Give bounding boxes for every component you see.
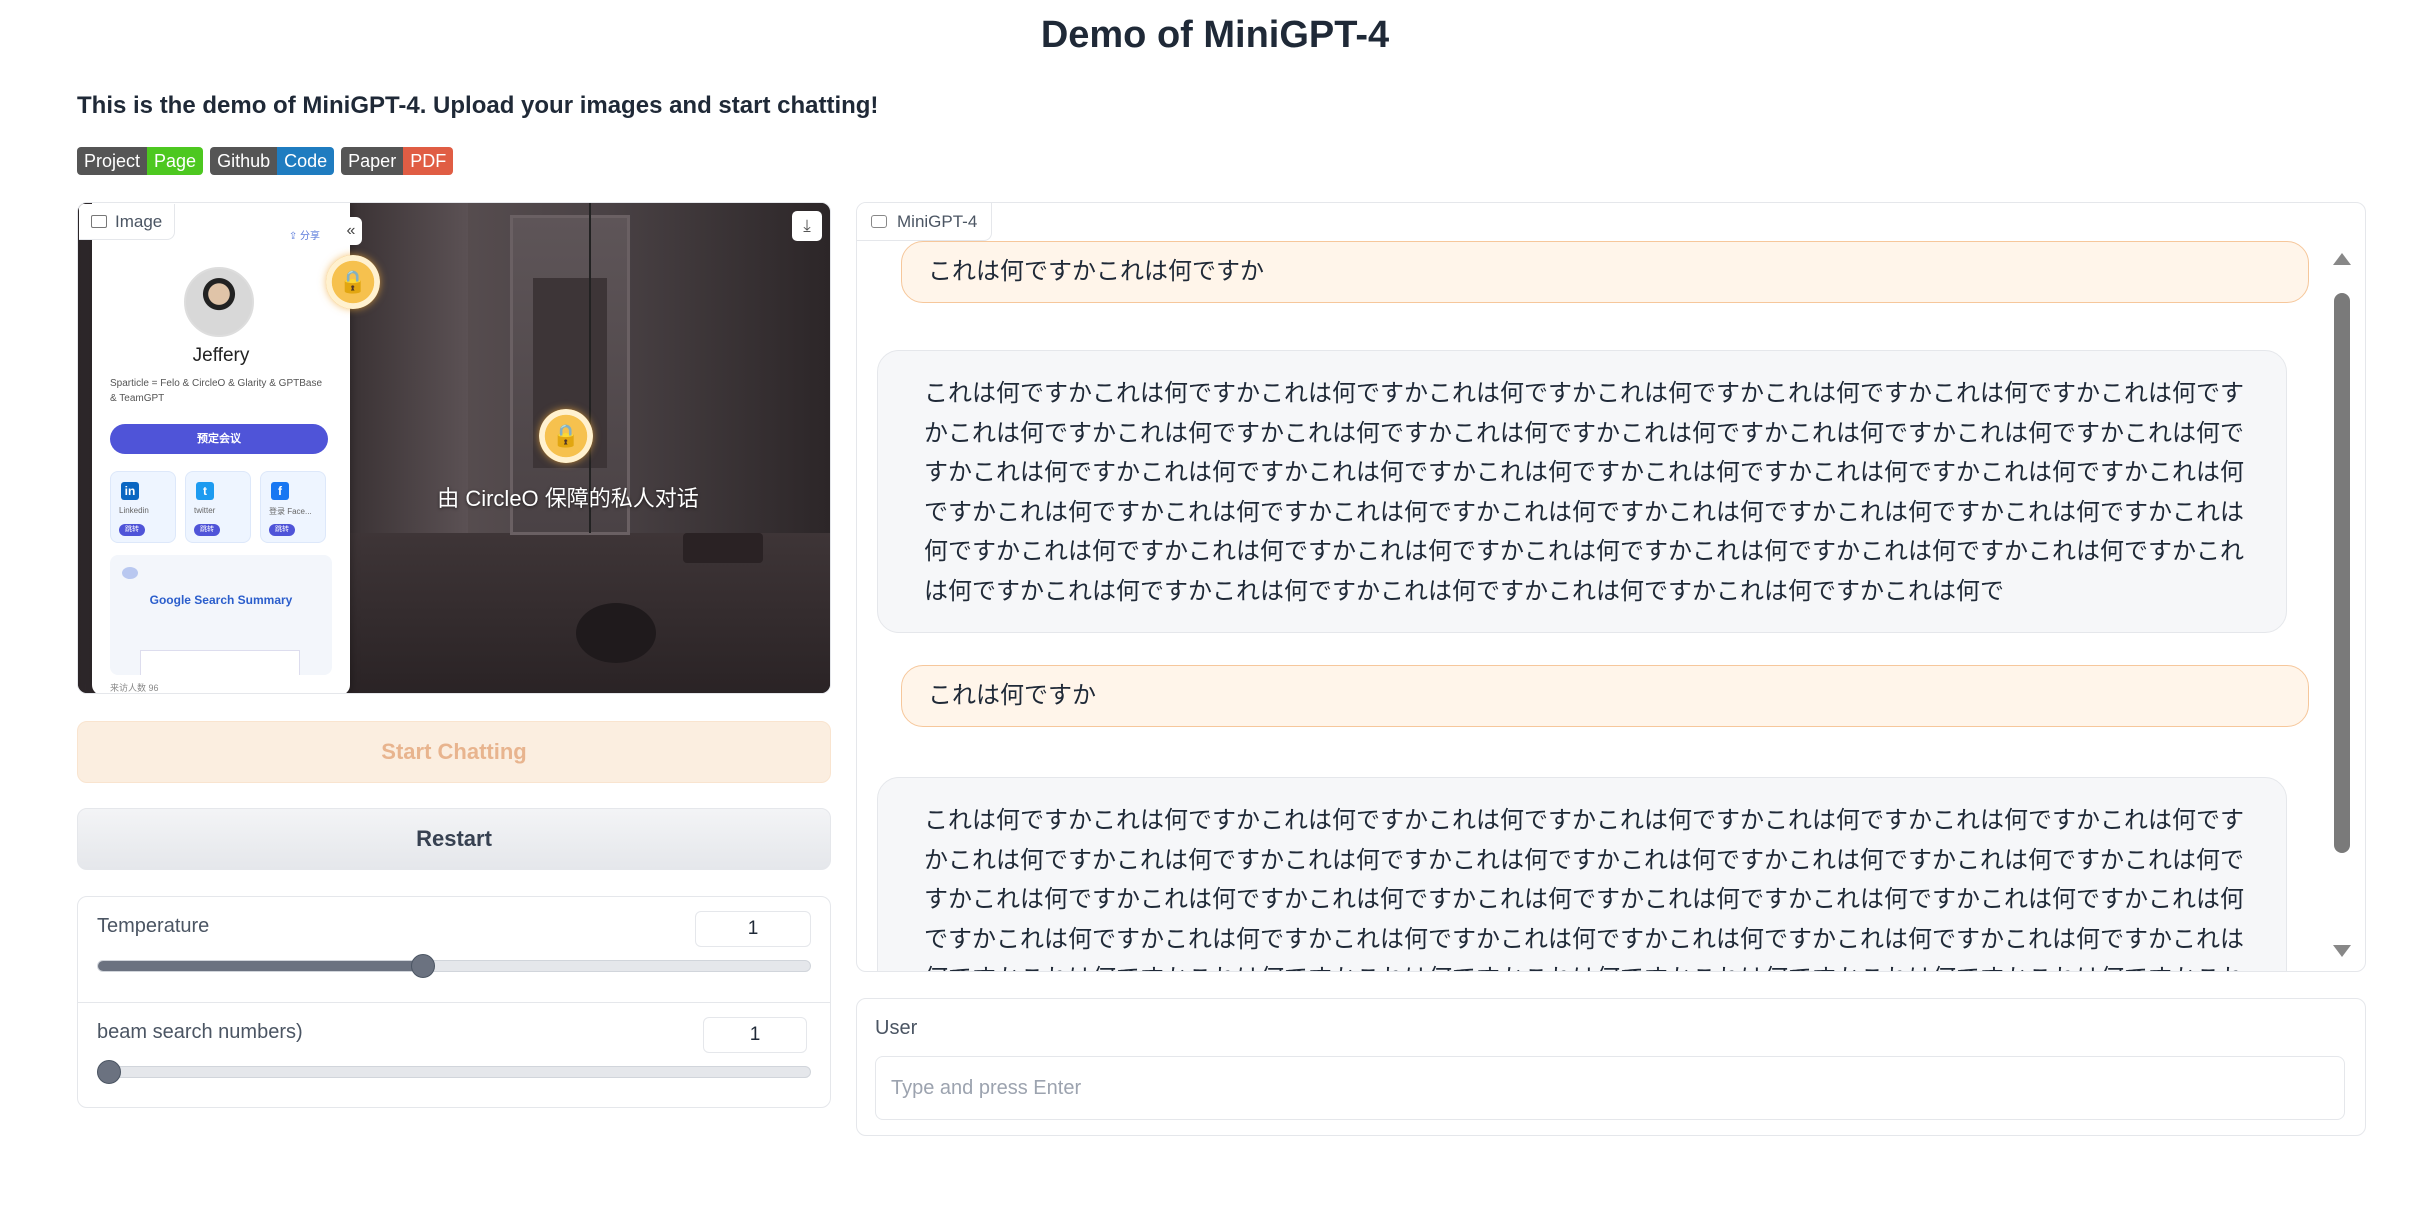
social-name: twitter [194,506,216,515]
download-icon: ⤓ [803,216,811,235]
promo-logo [122,567,138,579]
image-overlay-text: 由 CircleO 保障的私人对话 [437,486,699,511]
share-link[interactable]: ⇪ 分享 [289,227,320,242]
promo-title: Google Search Summary [149,593,293,607]
image-icon [91,215,107,228]
chat-icon [871,215,887,228]
avatar [184,267,254,337]
image-upload-panel[interactable]: Image ⤓ ⇪ 分享 Jeffery Sparticle = Felo & … [77,202,831,694]
beam-search-label: beam search numbers) [97,1021,303,1043]
start-chatting-button[interactable]: Start Chatting [77,721,831,783]
linkedin-icon: in [121,482,139,500]
page-description: This is the demo of MiniGPT-4. Upload yo… [77,92,879,119]
chatbot-label: MiniGPT-4 [857,203,993,241]
badge-key: Github [210,147,278,175]
temperature-number-input[interactable]: 1 [695,911,811,947]
scene-teapot [576,603,656,663]
social-links: in Linkedin 跳转 t twitter 跳转 f 登录 Face...… [110,471,326,543]
profile-tagline: Sparticle = Felo & CircleO & Glarity & G… [110,378,323,404]
temperature-row: Temperature 1 [78,897,830,1002]
social-action: 跳转 [194,524,220,536]
lock-icon: 🔒 [539,409,593,463]
lock-icon: 🔒 [326,255,380,309]
visit-count: 来访人数 96 [110,683,159,693]
parameters-panel: Temperature 1 beam search numbers) 1 [77,896,831,1108]
image-label: Image [79,204,176,240]
promo-preview [140,650,300,675]
user-message: これは何ですかこれは何ですか [901,241,2309,303]
beam-slider-thumb[interactable] [97,1060,121,1084]
badge-key: Paper [341,147,404,175]
bot-message: これは何ですかこれは何ですかこれは何ですかこれは何ですかこれは何ですかこれは何で… [877,350,2287,633]
social-facebook[interactable]: f 登录 Face... 跳转 [260,471,326,543]
share-link-text: 分享 [300,231,320,242]
profile-card: ⇪ 分享 Jeffery Sparticle = Felo & CircleO … [92,203,350,693]
beam-slider-track[interactable] [97,1066,811,1078]
user-input-label: User [875,1017,918,1039]
collapse-button[interactable]: « [340,217,362,245]
user-message: これは何ですか [901,665,2309,727]
project-page-badge[interactable]: Project Page [77,147,204,175]
scroll-down-arrow[interactable] [2333,945,2351,957]
scene-vase [683,533,763,563]
github-code-badge[interactable]: Github Code [210,147,335,175]
badge-row: Project Page Github Code Paper PDF [77,147,454,175]
book-meeting-button[interactable]: 预定会议 [110,424,328,454]
message-list[interactable]: これは何ですかこれは何ですか これは何ですかこれは何ですかこれは何ですかこれは何… [857,203,2327,971]
bot-message: これは何ですかこれは何ですかこれは何ですかこれは何ですかこれは何ですかこれは何で… [877,777,2287,971]
facebook-icon: f [271,482,289,500]
restart-button[interactable]: Restart [77,808,831,870]
social-twitter[interactable]: t twitter 跳转 [185,471,251,543]
temperature-slider-track[interactable] [97,960,811,972]
promo-card: Google Search Summary [110,555,332,675]
chatbot-panel: これは何ですかこれは何ですか これは何ですかこれは何ですかこれは何ですかこれは何… [856,202,2366,972]
social-action: 跳转 [119,524,145,536]
image-label-text: Image [115,211,163,231]
temperature-slider-fill [98,961,422,971]
chatbot-label-text: MiniGPT-4 [897,211,978,231]
social-name: Linkedin [119,506,149,515]
twitter-icon: t [196,482,214,500]
download-button[interactable]: ⤓ [792,211,822,241]
beam-row: beam search numbers) 1 [78,1002,830,1107]
page-title: Demo of MiniGPT-4 [1040,14,1390,56]
user-input-panel: User [856,998,2366,1136]
beam-number-input[interactable]: 1 [703,1017,807,1053]
profile-name: Jeffery [192,345,250,366]
badge-key: Project [77,147,148,175]
social-name: 登录 Face... [269,507,312,516]
user-message-input[interactable] [875,1056,2345,1120]
badge-value: Page [147,147,204,175]
scrollbar-thumb[interactable] [2334,293,2350,853]
temperature-slider-thumb[interactable] [410,954,435,978]
social-action: 跳转 [269,524,295,536]
scroll-up-arrow[interactable] [2333,253,2351,265]
badge-value: PDF [403,147,454,175]
chevron-left-icon: « [346,222,356,239]
temperature-label: Temperature [97,915,210,937]
paper-pdf-badge[interactable]: Paper PDF [341,147,454,175]
badge-value: Code [277,147,335,175]
social-linkedin[interactable]: in Linkedin 跳转 [110,471,176,543]
